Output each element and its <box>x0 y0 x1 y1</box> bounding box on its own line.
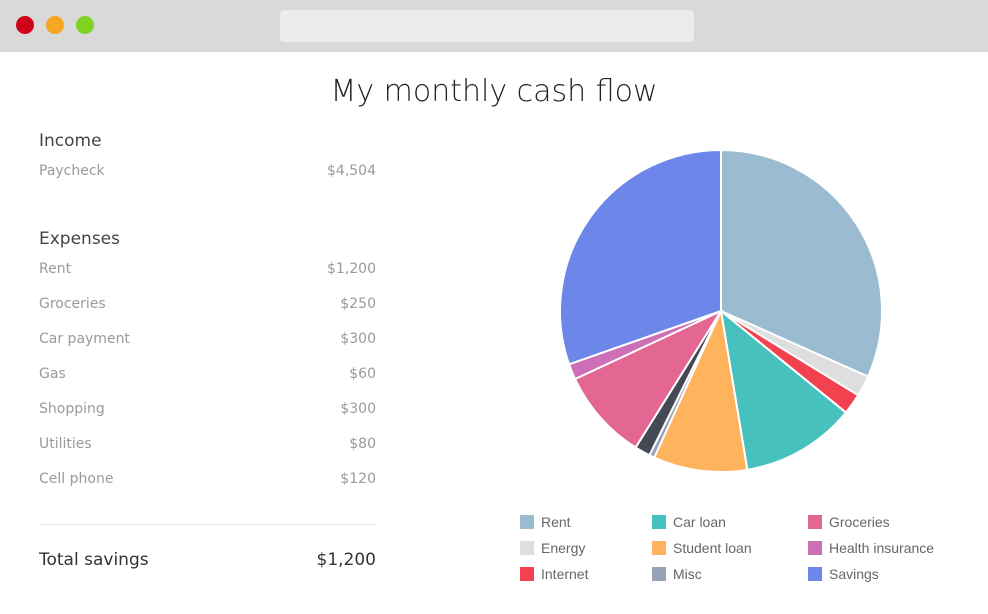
chart-legend: Rent Energy Internet Car loan Student loan Mi… <box>520 512 960 592</box>
expense-row: Utilities $80 <box>39 427 376 462</box>
expenses-heading: Expenses <box>39 229 120 249</box>
expense-amount: $80 <box>349 436 376 452</box>
legend-swatch <box>520 515 534 529</box>
legend-item-energy[interactable]: Energy <box>520 538 585 558</box>
page-title: My monthly cash flow <box>330 74 658 109</box>
expense-label: Cell phone <box>39 471 114 487</box>
cash-flow-summary: Income Paycheck $4,504 Expenses Rent $1,… <box>39 128 376 497</box>
legend-label: Misc <box>673 566 702 582</box>
legend-swatch <box>808 567 822 581</box>
legend-item-savings[interactable]: Savings <box>808 564 879 584</box>
legend-label: Energy <box>541 540 586 556</box>
income-label: Paycheck <box>39 163 105 179</box>
app-window: My monthly cash flow Income Paycheck $4,… <box>0 0 988 614</box>
expense-amount: $120 <box>340 471 376 487</box>
expense-label: Rent <box>39 261 72 277</box>
income-heading: Income <box>39 131 102 151</box>
legend-item-health-insurance[interactable]: Health insurance <box>808 538 934 558</box>
legend-label: Internet <box>541 566 589 582</box>
legend-swatch <box>520 567 534 581</box>
legend-label: Savings <box>829 566 879 582</box>
expense-label: Gas <box>39 366 66 382</box>
expense-amount: $1,200 <box>327 261 376 277</box>
expense-label: Shopping <box>39 401 105 417</box>
legend-swatch <box>652 541 666 555</box>
legend-item-misc[interactable]: Misc <box>652 564 702 584</box>
legend-item-internet[interactable]: Internet <box>520 564 588 584</box>
legend-label: Rent <box>541 514 571 530</box>
total-savings-amount: $1,200 <box>316 550 376 570</box>
expense-amount: $300 <box>340 401 376 417</box>
expense-row: Gas $60 <box>39 357 376 392</box>
expense-amount: $250 <box>340 296 376 312</box>
income-amount: $4,504 <box>327 163 376 179</box>
total-savings-label: Total savings <box>39 550 149 570</box>
expense-row: Groceries $250 <box>39 287 376 322</box>
expense-row: Cell phone $120 <box>39 462 376 497</box>
legend-item-groceries[interactable]: Groceries <box>808 512 890 532</box>
expense-row: Shopping $300 <box>39 392 376 427</box>
total-savings-row: Total savings $1,200 <box>39 550 376 570</box>
legend-label: Car loan <box>673 514 726 530</box>
legend-item-car-loan[interactable]: Car loan <box>652 512 726 532</box>
address-bar[interactable] <box>280 10 694 42</box>
legend-item-rent[interactable]: Rent <box>520 512 571 532</box>
cash-flow-pie-chart <box>559 148 883 473</box>
expense-row: Rent $1,200 <box>39 252 376 287</box>
minimize-window-button[interactable] <box>46 16 64 34</box>
close-window-button[interactable] <box>16 16 34 34</box>
expense-label: Utilities <box>39 436 92 452</box>
legend-swatch <box>652 567 666 581</box>
legend-label: Health insurance <box>829 540 935 556</box>
expense-label: Car payment <box>39 331 130 347</box>
maximize-window-button[interactable] <box>76 16 94 34</box>
legend-swatch <box>808 541 822 555</box>
legend-label: Groceries <box>829 514 890 530</box>
legend-label: Student loan <box>673 540 752 556</box>
window-titlebar <box>0 0 988 52</box>
legend-swatch <box>520 541 534 555</box>
legend-swatch <box>808 515 822 529</box>
expense-amount: $60 <box>349 366 376 382</box>
legend-item-student-loan[interactable]: Student loan <box>652 538 752 558</box>
expense-label: Groceries <box>39 296 106 312</box>
expense-row: Car payment $300 <box>39 322 376 357</box>
income-row: Paycheck $4,504 <box>39 154 376 189</box>
expense-amount: $300 <box>340 331 376 347</box>
legend-swatch <box>652 515 666 529</box>
summary-divider <box>39 524 376 525</box>
